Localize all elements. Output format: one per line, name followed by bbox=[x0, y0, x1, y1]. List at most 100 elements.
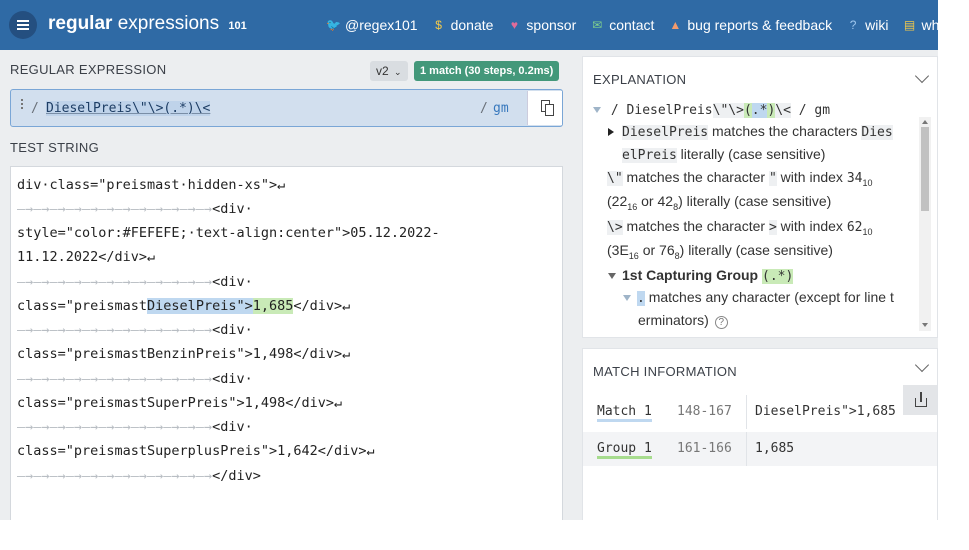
test-string-line: —→—→—→—→—→—→—→—→—→—→—→—→</div> bbox=[17, 468, 261, 484]
help-icon[interactable]: ? bbox=[714, 316, 728, 329]
test-string-line: class="preismastSuperplusPreis">1,642</d… bbox=[17, 443, 375, 459]
test-string-editor[interactable]: div·class="preismast·hidden-xs">↵ —→—→—→—… bbox=[10, 166, 563, 520]
explanation-root[interactable]: / DieselPreis\"\>(.*)\< / gm bbox=[593, 101, 830, 118]
version-label: v2 bbox=[376, 64, 389, 78]
line-text: <div· bbox=[212, 371, 253, 387]
nav-mail[interactable]: ✉ contact bbox=[590, 17, 654, 33]
test-string-line: class="preismastBenzinPreis">1,498</div>… bbox=[17, 346, 350, 362]
column-divider bbox=[746, 432, 747, 466]
explanation-escape-gt: \> matches the character > with index 62… bbox=[607, 218, 873, 237]
explanation-text: (3E16 or 768) literally (case sensitive) bbox=[607, 242, 833, 261]
explanation-text: elPreis literally (case sensitive) bbox=[622, 146, 826, 163]
nav-label: what's new bbox=[921, 17, 938, 33]
nav-label: wiki bbox=[865, 17, 889, 33]
explanation-text: erminators)? bbox=[638, 312, 728, 329]
match-highlight: DieselPreis"> bbox=[147, 298, 253, 314]
nav-warning[interactable]: ▲ bug reports & feedback bbox=[668, 17, 832, 33]
regex-input[interactable]: / DieselPreis\"\>(.*)\< / gm bbox=[10, 89, 563, 127]
menu-icon[interactable] bbox=[9, 11, 37, 39]
scrollbar-thumb[interactable] bbox=[921, 127, 929, 211]
nav-wiki[interactable]: ? wiki bbox=[846, 17, 889, 33]
line-text: class="preismastSuperplusPreis">1,642</d… bbox=[17, 443, 375, 459]
line-text: <div· bbox=[212, 201, 253, 217]
version-dropdown[interactable]: v2 ⌄ bbox=[370, 61, 408, 81]
regex-flags[interactable]: gm bbox=[493, 101, 509, 116]
collapse-triangle-icon bbox=[608, 273, 616, 280]
column-divider bbox=[746, 395, 747, 429]
app-window: regular expressions 101 🐦 @regex101 $ donat… bbox=[0, 0, 938, 520]
whitespace-markers: —→—→—→—→—→—→—→—→—→—→—→—→ bbox=[17, 468, 213, 484]
line-text: class="preismastBenzinPreis">1,498</div>… bbox=[17, 346, 351, 362]
explanation-literal-item[interactable]: DieselPreis matches the characters Dies bbox=[608, 123, 893, 140]
line-text: div·class="preismast·hidden-xs">↵ bbox=[17, 177, 286, 193]
drag-handle-icon[interactable] bbox=[21, 99, 25, 113]
scroll-down-icon[interactable] bbox=[922, 323, 928, 327]
test-string-line: div·class="preismast·hidden-xs">↵ bbox=[17, 177, 285, 193]
match-value: 1,685 bbox=[755, 441, 795, 456]
mail-icon: ✉ bbox=[592, 18, 603, 32]
explanation-card: EXPLANATION / DieselPreis\"\>(.*)\< / gm… bbox=[582, 56, 938, 338]
test-string-line: —→—→—→—→—→—→—→—→—→—→—→—→<div· bbox=[17, 201, 253, 217]
whitespace-markers: —→—→—→—→—→—→—→—→—→—→—→—→ bbox=[17, 419, 213, 435]
test-string-line: —→—→—→—→—→—→—→—→—→—→—→—→<div· bbox=[17, 371, 253, 387]
nav-heart[interactable]: ♥ sponsor bbox=[507, 17, 576, 33]
test-string-line: class="preismastDieselPreis">1,685</div>… bbox=[17, 298, 350, 314]
copy-regex-button[interactable] bbox=[527, 91, 562, 125]
explanation-dot-item[interactable]: . matches any character (except for line… bbox=[623, 289, 894, 306]
match-status-badge: 1 match (30 steps, 0.2ms) bbox=[414, 61, 560, 81]
logo-main-text: regular bbox=[48, 13, 113, 34]
whitespace-markers: —→—→—→—→—→—→—→—→—→—→—→—→ bbox=[17, 371, 213, 387]
line-text: style="color:#FEFEFE;·text-align:center"… bbox=[17, 225, 440, 241]
match-row[interactable]: Group 1 161-166 1,685 bbox=[583, 432, 937, 466]
header-nav: 🐦 @regex101 $ donate ♥ sponsor ✉ contact ▲ bug re… bbox=[326, 17, 938, 33]
line-text: 11.12.2022</div>↵ bbox=[17, 249, 156, 265]
explanation-title: EXPLANATION bbox=[593, 72, 687, 87]
line-text: </div>↵ bbox=[293, 298, 351, 314]
editor-panel: REGULAR EXPRESSION v2 ⌄ 1 match (30 step… bbox=[0, 50, 572, 520]
dollar-icon: $ bbox=[435, 18, 442, 32]
line-text: <div· bbox=[212, 419, 253, 435]
regex-pattern[interactable]: DieselPreis\"\>(.*)\< bbox=[46, 101, 211, 116]
regex-delimiter-open: / bbox=[31, 101, 39, 116]
explanation-escape-quote: \" matches the character " with index 34… bbox=[607, 169, 873, 188]
scroll-up-icon[interactable] bbox=[922, 120, 928, 124]
whitespace-markers: —→—→—→—→—→—→—→—→—→—→—→—→ bbox=[17, 322, 213, 338]
chevron-down-icon: ⌄ bbox=[394, 67, 402, 77]
test-string-line: class="preismastSuperPreis">1,498</div>↵ bbox=[17, 395, 342, 411]
nav-label: bug reports & feedback bbox=[687, 17, 833, 33]
test-string-line: —→—→—→—→—→—→—→—→—→—→—→—→<div· bbox=[17, 274, 253, 290]
regex-delimiter-close: / bbox=[480, 101, 488, 116]
nav-label: @regex101 bbox=[345, 17, 418, 33]
match-range: 148-167 bbox=[677, 404, 732, 419]
test-string-line: —→—→—→—→—→—→—→—→—→—→—→—→<div· bbox=[17, 419, 253, 435]
match-information-title: MATCH INFORMATION bbox=[593, 364, 737, 379]
line-text: <div· bbox=[212, 274, 253, 290]
collapse-chevron-icon[interactable] bbox=[914, 68, 930, 84]
nav-book[interactable]: ▤ what's new bbox=[902, 17, 938, 33]
collapse-chevron-icon[interactable] bbox=[914, 357, 930, 373]
book-icon: ▤ bbox=[903, 18, 916, 32]
match-information-card: MATCH INFORMATION Match 1 148-167 DieselPr… bbox=[582, 348, 938, 520]
explanation-capturing-group[interactable]: 1st Capturing Group (.*) bbox=[608, 267, 794, 284]
twitter-icon: 🐦 bbox=[326, 18, 341, 32]
nav-twitter[interactable]: 🐦 @regex101 bbox=[326, 17, 418, 33]
group-highlight: 1,685 bbox=[252, 298, 294, 314]
site-logo[interactable]: regular expressions 101 bbox=[48, 13, 247, 35]
logo-rest-text: expressions bbox=[117, 13, 220, 34]
line-text: </div> bbox=[212, 468, 261, 484]
logo-number: 101 bbox=[228, 20, 247, 32]
nav-label: contact bbox=[609, 17, 655, 33]
expand-triangle-icon bbox=[608, 128, 614, 137]
nav-dollar[interactable]: $ donate bbox=[432, 17, 494, 33]
test-string-line: style="color:#FEFEFE;·text-align:center"… bbox=[17, 225, 440, 241]
explanation-text: (2216 or 428) literally (case sensitive) bbox=[607, 193, 832, 212]
match-label: Group 1 bbox=[597, 441, 652, 459]
match-label: Match 1 bbox=[597, 404, 652, 422]
line-text: class="preismast bbox=[17, 298, 148, 314]
nav-label: donate bbox=[450, 17, 494, 33]
match-row[interactable]: Match 1 148-167 DieselPreis">1,685 bbox=[583, 395, 937, 429]
sidebar-panel: EXPLANATION / DieselPreis\"\>(.*)\< / gm… bbox=[572, 50, 938, 520]
wiki-icon: ? bbox=[849, 18, 857, 32]
line-text: <div· bbox=[212, 322, 253, 338]
nav-label: sponsor bbox=[526, 17, 577, 33]
